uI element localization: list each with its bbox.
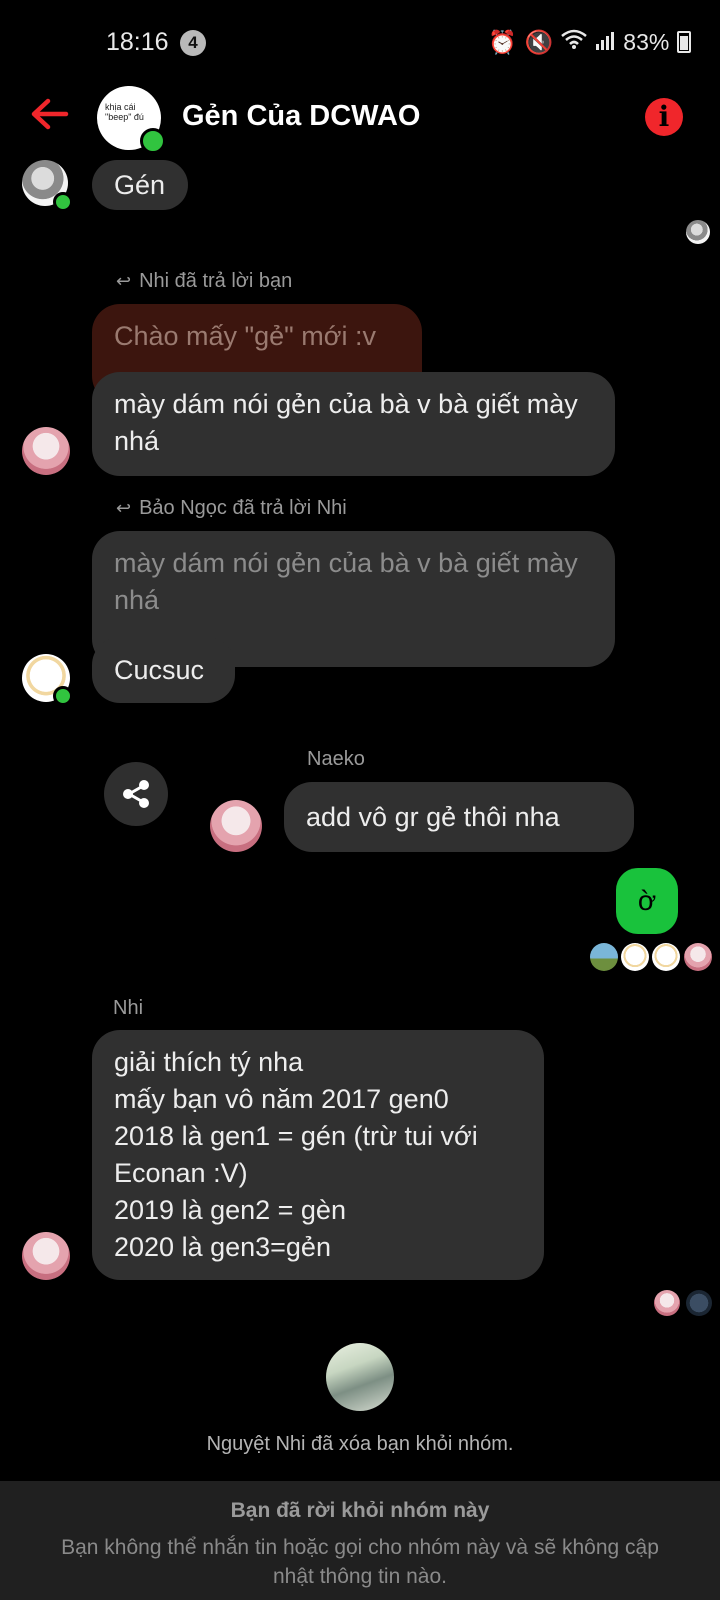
banner-title: Bạn đã rời khỏi nhóm này bbox=[230, 1499, 490, 1522]
online-indicator bbox=[53, 686, 73, 706]
avatar[interactable] bbox=[22, 1232, 70, 1280]
read-receipt-avatar bbox=[652, 943, 680, 971]
online-indicator bbox=[53, 192, 73, 212]
system-message: Nguyệt Nhi đã xóa bạn khỏi nhóm. bbox=[206, 1433, 514, 1455]
message-bubble[interactable]: Cucsuc bbox=[92, 637, 235, 703]
message-line: 2020 là gen3=gẻn bbox=[114, 1232, 331, 1262]
avatar[interactable] bbox=[210, 800, 262, 852]
battery-icon bbox=[677, 31, 692, 53]
group-avatar-caption: khịa cái "beep" đú bbox=[105, 102, 144, 122]
notification-count-badge: 4 bbox=[180, 30, 206, 56]
sender-name: Nhi bbox=[113, 997, 144, 1019]
read-receipt-avatar bbox=[654, 1290, 680, 1316]
reply-label-text: Nhi đã trả lời bạn bbox=[139, 270, 293, 292]
banner-subtitle: Bạn không thể nhắn tin hoặc gọi cho nhóm… bbox=[61, 1536, 659, 1588]
message-bubble[interactable]: add vô gr gẻ thôi nha bbox=[284, 782, 634, 852]
message-bubble[interactable]: Gén bbox=[92, 160, 188, 210]
message-line: giải thích tý nha bbox=[114, 1047, 304, 1077]
online-indicator bbox=[140, 128, 166, 154]
message-line: mấy bạn vô năm 2017 gen0 bbox=[114, 1084, 449, 1114]
reply-label-text: Bảo Ngọc đã trả lời Nhi bbox=[139, 497, 347, 519]
message-bubble[interactable]: mày dám nói gẻn của bà v bà giết mày nhá bbox=[92, 372, 615, 476]
avatar[interactable] bbox=[326, 1343, 394, 1411]
message-line: 2018 là gen1 = gén (trừ tui với bbox=[114, 1121, 478, 1151]
reply-icon: ↩ bbox=[116, 498, 132, 518]
signal-icon bbox=[595, 29, 615, 56]
read-receipt-avatar bbox=[686, 1290, 712, 1316]
alarm-icon: ⏰ bbox=[488, 28, 517, 55]
my-message-bubble[interactable]: ờ bbox=[616, 868, 678, 934]
sender-name: Naeko bbox=[307, 748, 365, 770]
share-icon bbox=[123, 780, 149, 808]
reply-icon: ↩ bbox=[116, 271, 132, 291]
wifi-icon bbox=[561, 28, 588, 56]
battery-percent: 83% bbox=[623, 28, 670, 55]
share-button[interactable] bbox=[104, 762, 168, 826]
status-icons: ⏰ 🔇 83% bbox=[488, 28, 692, 56]
avatar[interactable] bbox=[22, 427, 70, 475]
status-time: 18:16 bbox=[106, 28, 169, 56]
back-arrow-icon[interactable] bbox=[28, 92, 72, 136]
reply-label: ↩ Bảo Ngọc đã trả lời Nhi bbox=[116, 497, 347, 520]
message-bubble[interactable]: giải thích tý nha mấy bạn vô năm 2017 ge… bbox=[92, 1030, 544, 1280]
message-line: 2019 là gen2 = gèn bbox=[114, 1195, 346, 1225]
message-line: Econan :V) bbox=[114, 1158, 248, 1188]
info-icon[interactable]: i bbox=[645, 98, 683, 136]
read-receipt-avatar bbox=[686, 220, 710, 244]
group-title[interactable]: Gẻn Của DCWAO bbox=[182, 100, 420, 133]
read-receipt-avatar bbox=[684, 943, 712, 971]
read-receipt-avatar bbox=[590, 943, 618, 971]
read-receipt-avatar bbox=[621, 943, 649, 971]
mute-icon: 🔇 bbox=[524, 28, 554, 55]
left-group-banner: Bạn đã rời khỏi nhóm này Bạn không thể n… bbox=[0, 1481, 720, 1600]
reply-label: ↩ Nhi đã trả lời bạn bbox=[116, 270, 292, 293]
